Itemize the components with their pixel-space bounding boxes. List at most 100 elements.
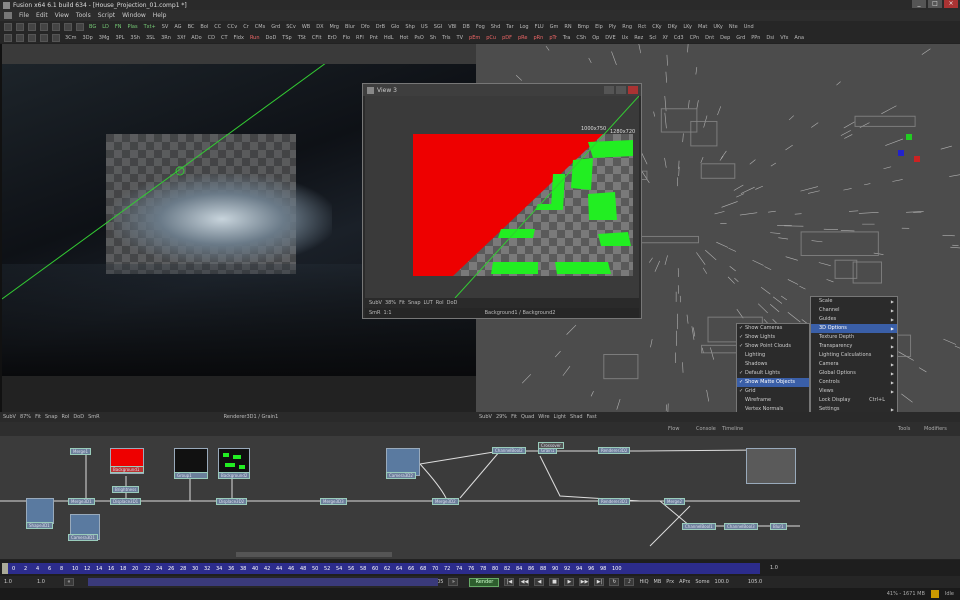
- tool-sv[interactable]: SV: [161, 24, 170, 30]
- menu-item-channel[interactable]: Channel ▶: [811, 306, 897, 315]
- tool-tst[interactable]: TSt: [297, 35, 307, 41]
- tool-bol[interactable]: Bol: [199, 24, 209, 30]
- play-icon[interactable]: ▶: [564, 578, 575, 586]
- layout-button-icon[interactable]: [40, 33, 48, 42]
- float-minimize-button[interactable]: [604, 86, 614, 94]
- current-time[interactable]: 1.0: [770, 565, 778, 571]
- node-blur1[interactable]: Blur1: [770, 523, 787, 530]
- viewer-right-wire[interactable]: Wire: [538, 414, 549, 420]
- submenu-item-wireframe[interactable]: Wireframe: [737, 396, 809, 405]
- tool-scv[interactable]: SCv: [285, 24, 297, 30]
- close-button[interactable]: ×: [944, 0, 958, 8]
- tool-ana[interactable]: Ana: [793, 35, 805, 41]
- tool-cc[interactable]: CC: [213, 24, 222, 30]
- menu-tools[interactable]: Tools: [76, 12, 91, 19]
- render-end-2[interactable]: 100.0: [715, 579, 729, 585]
- float-dod[interactable]: DoD: [447, 300, 458, 306]
- tool-pre[interactable]: pRe: [517, 35, 529, 41]
- floating-viewer-canvas[interactable]: 1000x750 1280x720: [365, 96, 639, 298]
- tool-bc[interactable]: BC: [187, 24, 196, 30]
- toolbar-button-icon[interactable]: [52, 22, 60, 31]
- toolbar-button-icon[interactable]: [16, 22, 24, 31]
- viewer-left-snap[interactable]: Snap: [45, 414, 58, 420]
- tool-ado[interactable]: ADo: [190, 35, 202, 41]
- tool-ptr[interactable]: pTr: [548, 35, 558, 41]
- tool-txt[interactable]: Txt+: [143, 24, 157, 30]
- tool-dep[interactable]: Dep: [719, 35, 731, 41]
- viewer-right-fast[interactable]: Fast: [587, 414, 597, 420]
- tool-cpn[interactable]: CPn: [689, 35, 701, 41]
- tool-trls[interactable]: Trls: [441, 35, 451, 41]
- viewer-left-smr[interactable]: SmR: [88, 414, 100, 420]
- node-brightness[interactable]: Brightness: [112, 486, 140, 493]
- play-reverse-icon[interactable]: ◀: [534, 578, 545, 586]
- tool-ld[interactable]: LD: [101, 24, 110, 30]
- tool-grd[interactable]: Grd: [270, 24, 281, 30]
- tool-pem[interactable]: pEm: [468, 35, 481, 41]
- viewer-right-fit[interactable]: Fit: [511, 414, 517, 420]
- node-shape3d1[interactable]: [26, 498, 54, 524]
- submenu-item-default-lights[interactable]: ✓ Default Lights: [737, 369, 809, 378]
- tool-grd[interactable]: Grd: [735, 35, 746, 41]
- global-end[interactable]: 105.0: [748, 579, 762, 585]
- float-maximize-button[interactable]: [616, 86, 626, 94]
- tool-rct[interactable]: Rct: [637, 24, 647, 30]
- tool-cr[interactable]: Cr: [242, 24, 250, 30]
- tool-fn[interactable]: FN: [114, 24, 123, 30]
- tool-ux[interactable]: Ux: [621, 35, 630, 41]
- render-start[interactable]: 1.0: [37, 579, 45, 585]
- submenu-item-lighting[interactable]: Lighting: [737, 351, 809, 360]
- tool-dky[interactable]: DKy: [667, 24, 679, 30]
- tool-erd[interactable]: ErD: [327, 35, 338, 41]
- tool-dod[interactable]: DoD: [265, 35, 278, 41]
- tool-3cm[interactable]: 3Cm: [64, 35, 78, 41]
- node-displace3d1[interactable]: Displace3D1: [110, 498, 142, 505]
- tool-ppn[interactable]: PPn: [750, 35, 761, 41]
- tool-elp[interactable]: Elp: [594, 24, 604, 30]
- tab-console[interactable]: Console: [696, 426, 716, 432]
- submenu-item-grid[interactable]: ✓ Grid: [737, 387, 809, 396]
- tool-und[interactable]: Und: [743, 24, 755, 30]
- aprx-button[interactable]: APrx: [679, 579, 690, 585]
- go-to-start-icon[interactable]: |◀: [504, 578, 515, 586]
- tool-lky[interactable]: LKy: [682, 24, 693, 30]
- tool-nte[interactable]: Nte: [728, 24, 739, 30]
- node-displace3d2[interactable]: Displace3D2: [216, 498, 248, 505]
- tool-sgi[interactable]: SGI: [433, 24, 444, 30]
- tool-rng[interactable]: Rng: [621, 24, 633, 30]
- node-merge1[interactable]: Merge1: [70, 448, 92, 455]
- tool-rfl[interactable]: RFl: [355, 35, 365, 41]
- forward-small-icon[interactable]: »: [448, 578, 459, 586]
- tool-3pl[interactable]: 3PL: [114, 35, 125, 41]
- float-close-button[interactable]: [628, 86, 638, 94]
- tool-tra[interactable]: Tra: [562, 35, 571, 41]
- toolbar-button-icon[interactable]: [28, 22, 36, 31]
- floating-viewer-window[interactable]: View 3 1000x750 1280x720 SubV 38% Fit Sn…: [362, 83, 642, 319]
- tool-log[interactable]: Log: [519, 24, 530, 30]
- node-merge2[interactable]: Merge2: [664, 498, 686, 505]
- float-38pct[interactable]: 38%: [385, 300, 396, 306]
- tool-3sh[interactable]: 3Sh: [129, 35, 141, 41]
- tool-db[interactable]: DB: [462, 24, 471, 30]
- menu-file[interactable]: File: [19, 12, 29, 19]
- tool-bmp[interactable]: Bmp: [577, 24, 590, 30]
- float-subv[interactable]: SubV: [369, 300, 382, 306]
- tool-cd3[interactable]: Cd3: [673, 35, 685, 41]
- tool-shp[interactable]: Shp: [404, 24, 416, 30]
- tool-plas[interactable]: Plas: [126, 24, 138, 30]
- menu-view[interactable]: View: [55, 12, 69, 19]
- tool-3dp[interactable]: 3Dp: [82, 35, 94, 41]
- menu-item-controls[interactable]: Controls ▶: [811, 378, 897, 387]
- tool-uky[interactable]: UKy: [712, 24, 724, 30]
- tool-cms[interactable]: CMs: [254, 24, 266, 30]
- tool-hot[interactable]: Hot: [399, 35, 410, 41]
- tool-wb[interactable]: WB: [301, 24, 311, 30]
- tool-glo[interactable]: Glo: [390, 24, 400, 30]
- maximize-button[interactable]: □: [928, 0, 942, 8]
- float-fit[interactable]: Fit: [399, 300, 405, 306]
- node-merge3d2[interactable]: Merge3D2: [432, 498, 459, 505]
- viewer-right-quad[interactable]: Quad: [521, 414, 534, 420]
- render-button[interactable]: Render: [469, 577, 500, 587]
- float-snap[interactable]: Snap: [408, 300, 421, 306]
- tool-ag[interactable]: AG: [173, 24, 182, 30]
